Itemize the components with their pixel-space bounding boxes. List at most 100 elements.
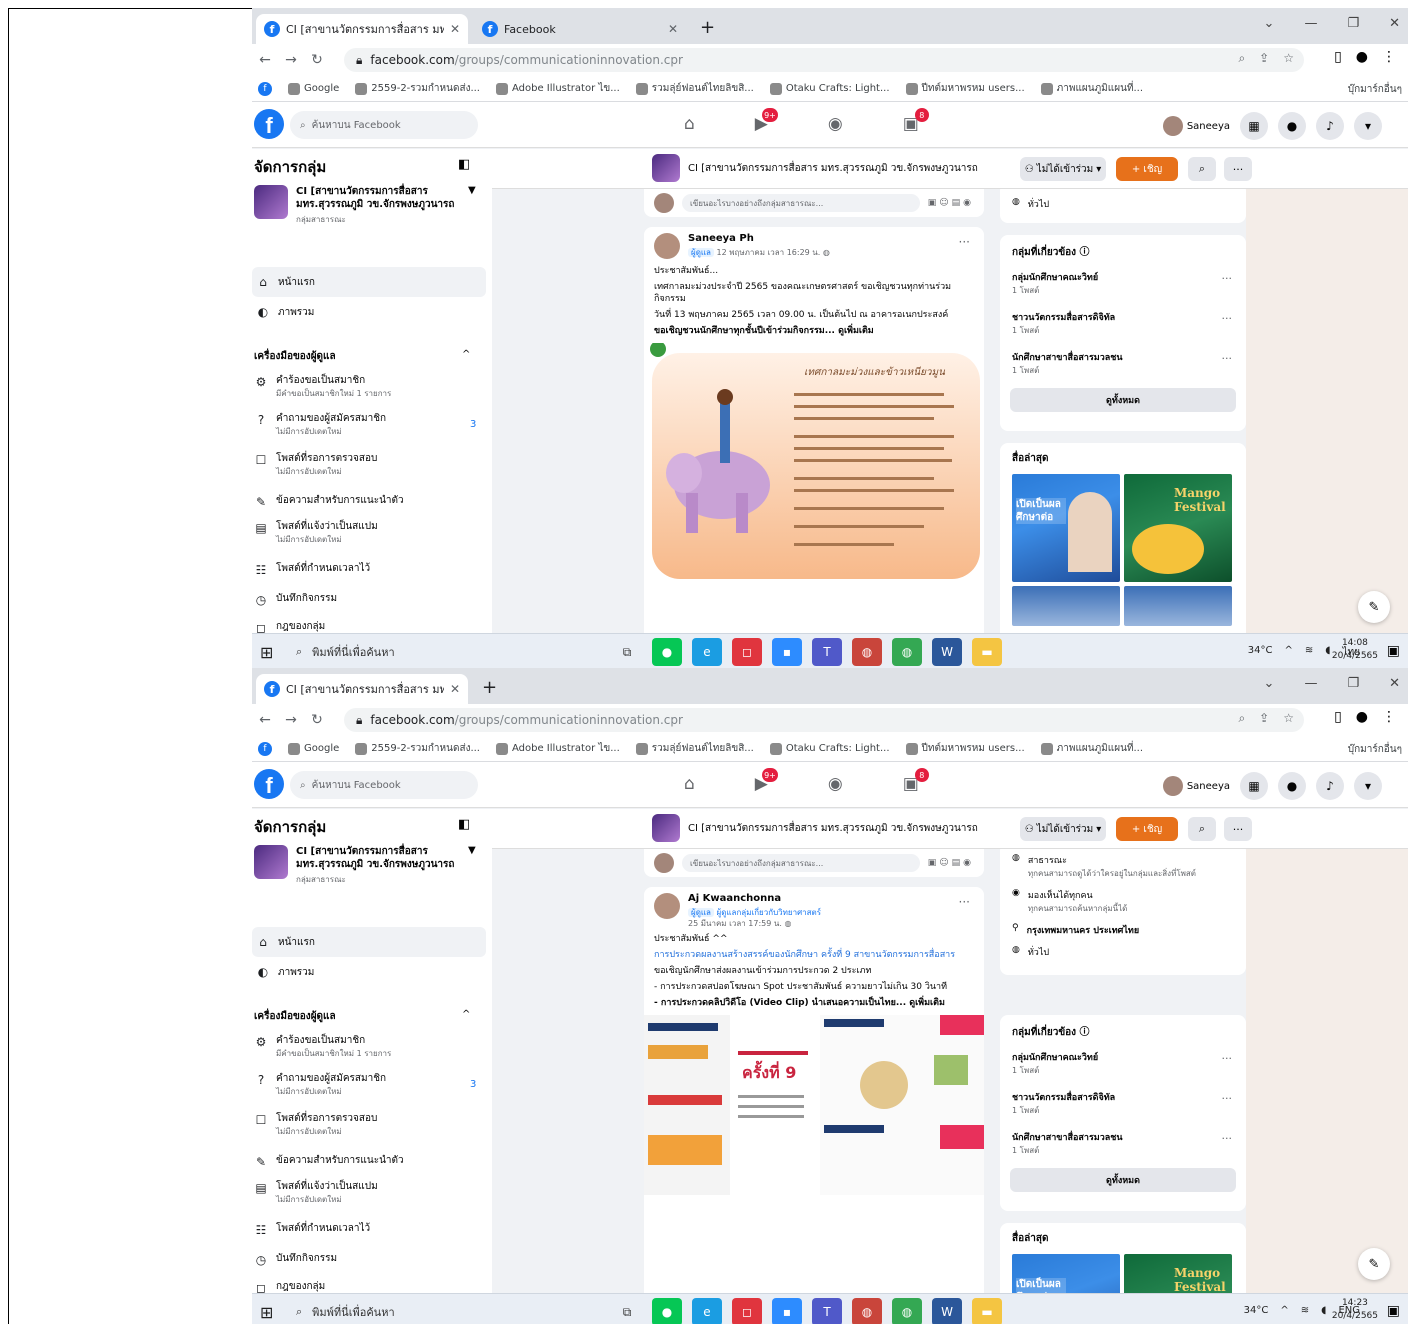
windows-start-icon[interactable]: ⊞ [260, 1303, 273, 1322]
bookmark-6[interactable]: ปีทต์มหาพรหม users... [905, 741, 1025, 756]
forward-arrow-icon[interactable]: → [278, 712, 304, 728]
back-arrow-icon[interactable]: ← [252, 52, 278, 68]
zoom-app-icon[interactable]: ▪ [772, 1298, 802, 1324]
minimize-icon[interactable]: — [1304, 16, 1317, 31]
sidebar-tool-activity-log[interactable]: ◷ บันทึกกิจกรรม [254, 1253, 484, 1267]
chrome-icon[interactable]: ◍ [892, 1298, 922, 1324]
messenger-icon[interactable]: ● [1278, 112, 1306, 140]
bookmark-5[interactable]: Otaku Crafts: Light... [769, 82, 890, 95]
tray-chevron-icon[interactable]: ^ [1280, 1305, 1288, 1316]
chrome-profile-icon[interactable]: ◍ [852, 1298, 882, 1324]
sidebar-group-switcher[interactable]: CI [สาขานวัตกรรมการสื่อสาร มทร.สุวรรณภูม… [254, 845, 484, 886]
new-message-button[interactable]: ✎ [1358, 591, 1390, 623]
media-tile[interactable] [1012, 586, 1120, 626]
sidebar-tool-member-requests[interactable]: ⚙ คำร้องขอเป็นสมาชิก มีคำขอเป็นสมาชิกใหม่ … [254, 375, 484, 400]
url-input[interactable]: 🔒︎ facebook.com/groups/communicationinno… [344, 48, 1304, 72]
more-options-icon[interactable]: ··· [1222, 1132, 1233, 1145]
post-image[interactable]: เทศกาลมะม่วงและข้าวเหนียวมูน [644, 341, 984, 583]
line-app-icon[interactable]: ● [652, 1298, 682, 1324]
tab-close-icon[interactable]: ✕ [450, 22, 460, 36]
line-app-icon[interactable]: ● [652, 638, 682, 666]
info-icon[interactable]: ⓘ [1080, 247, 1090, 258]
back-arrow-icon[interactable]: ← [252, 712, 278, 728]
bookmark-3[interactable]: Adobe Illustrator ไข... [496, 81, 620, 96]
info-icon[interactable]: ⓘ [1080, 1027, 1090, 1038]
other-bookmarks[interactable]: บุ๊กมาร์กอื่นๆ [1348, 742, 1402, 757]
more-options-icon[interactable]: ··· [1222, 1092, 1233, 1105]
group-more-button[interactable]: ··· [1224, 817, 1252, 841]
bookmark-6[interactable]: ปีทต์มหาพรหม users... [905, 81, 1025, 96]
sidebar-group-switcher[interactable]: CI [สาขานวัตกรรมการสื่อสาร มทร.สุวรรณภูม… [254, 185, 484, 226]
notification-center-icon[interactable]: ▣ [1387, 643, 1400, 659]
post-time[interactable]: 12 พฤษภาคม เวลา 16:29 น. [717, 248, 821, 257]
home-icon[interactable]: ⌂ [684, 774, 695, 794]
forward-arrow-icon[interactable]: → [278, 52, 304, 68]
acrobat-icon[interactable]: ◻ [732, 638, 762, 666]
messenger-icon[interactable]: ● [1278, 772, 1306, 800]
profile-link[interactable]: Saneeya [1162, 116, 1230, 136]
composer-media-icons[interactable]: ▣☺▤◉ [928, 858, 974, 868]
other-bookmarks[interactable]: บุ๊กมาร์กอื่นๆ [1348, 82, 1402, 97]
notifications-bell-icon[interactable]: ♪ [1316, 112, 1344, 140]
tab-close-icon[interactable]: ✕ [668, 22, 678, 36]
restore-icon[interactable]: ❐ [1347, 16, 1359, 31]
facebook-bookmark-icon[interactable]: f [258, 81, 272, 96]
home-icon[interactable]: ⌂ [684, 114, 695, 134]
related-group-item[interactable]: ชาวนวัตกรรมสื่อสารดิจิทัล 1 โพสต์ ··· [1000, 304, 1246, 344]
author-avatar[interactable] [654, 893, 680, 919]
zoom-app-icon[interactable]: ▪ [772, 638, 802, 666]
tab-facebook[interactable]: f Facebook ✕ [474, 14, 686, 44]
star-icon[interactable]: ☆ [1283, 51, 1294, 66]
author-avatar[interactable] [654, 233, 680, 259]
new-tab-button[interactable]: + [482, 677, 497, 698]
see-all-button[interactable]: ดูทั้งหมด [1010, 388, 1236, 412]
chrome-profile-icon[interactable]: ◍ [852, 638, 882, 666]
sidebar-tool-member-requests[interactable]: ⚙ คำร้องขอเป็นสมาชิก มีคำขอเป็นสมาชิกใหม่ … [254, 1035, 484, 1060]
sidepanel-icon[interactable]: ▯ [1334, 709, 1342, 725]
sidebar-tool-intro-text[interactable]: ✎ ข้อความสำหรับการแนะนำตัว [254, 495, 484, 509]
bookmark-4[interactable]: รวมลุ่ย์ฟอนต์ไทยลิขสิ... [635, 81, 754, 96]
teams-icon[interactable]: T [812, 1298, 842, 1324]
zoom-icon[interactable]: ⌕ [1238, 51, 1245, 66]
composer-input[interactable]: เขียนอะไรบางอย่างถึงกลุ่มสาธารณะ... [682, 854, 920, 872]
edge-browser-icon[interactable]: e [692, 1298, 722, 1324]
post-author[interactable]: Saneeya Ph [688, 233, 754, 244]
sidebar-tool-rules[interactable]: ◻ กฎของกลุ่ม [254, 1281, 484, 1293]
invite-button[interactable]: + เชิญ [1116, 157, 1178, 181]
sidebar-tool-spam[interactable]: ▤ โพสต์ที่แจ้งว่าเป็นสแปม ไม่มีการอัปเดตให… [254, 521, 484, 546]
groups-icon[interactable]: ◉ [828, 114, 843, 134]
collapse-sidebar-icon[interactable]: ◧ [458, 817, 470, 832]
taskbar-clock[interactable]: 14:23 20/4/2565 [1332, 1297, 1378, 1323]
teams-icon[interactable]: T [812, 638, 842, 666]
sidebar-tool-rules[interactable]: ◻ กฎของกลุ่ม [254, 621, 484, 633]
new-tab-button[interactable]: + [700, 17, 715, 38]
edge-browser-icon[interactable]: e [692, 638, 722, 666]
facebook-search-input[interactable]: ⌕ ค้นหาบน Facebook [290, 111, 478, 139]
tab-close-icon[interactable]: ✕ [450, 682, 460, 696]
sidebar-item-overview[interactable]: ◐ ภาพรวม [252, 297, 486, 327]
tab-group-page[interactable]: f CI [สาขานวัตกรรมการสื่อสาร มทร.สุวรรณภ… [256, 674, 468, 704]
tray-chevron-icon[interactable]: ^ [1284, 645, 1292, 660]
sidebar-tool-intro-text[interactable]: ✎ ข้อความสำหรับการแนะนำตัว [254, 1155, 484, 1169]
composer-media-icons[interactable]: ▣☺▤◉ [928, 198, 974, 208]
profile-link[interactable]: Saneeya [1162, 776, 1230, 796]
task-view-icon[interactable]: ⧉ [612, 1298, 642, 1324]
profile-avatar-icon[interactable]: ● [1356, 709, 1368, 725]
see-all-button[interactable]: ดูทั้งหมด [1010, 1168, 1236, 1192]
weather-text[interactable]: 34°C [1244, 1305, 1269, 1316]
sidebar-item-overview[interactable]: ◐ ภาพรวม [252, 957, 486, 987]
bookmark-4[interactable]: รวมลุ่ย์ฟอนต์ไทยลิขสิ... [635, 741, 754, 756]
share-icon[interactable]: ⇪ [1259, 711, 1269, 726]
group-dropdown-icon[interactable]: ▼ [468, 845, 476, 886]
tab-group-page[interactable]: f CI [สาขานวัตกรรมการสื่อสาร มทร.สุวรรณภ… [256, 14, 468, 44]
sidebar-tool-questions[interactable]: ? คำถามของผู้สมัครสมาชิก ไม่มีการอัปเดตใหม… [254, 413, 484, 438]
menu-grid-icon[interactable]: ▦ [1240, 772, 1268, 800]
word-icon[interactable]: W [932, 1298, 962, 1324]
bookmark-7[interactable]: ภาพแผนภูมิแผนที่... [1040, 81, 1143, 96]
close-window-icon[interactable]: ✕ [1389, 676, 1400, 691]
more-options-icon[interactable]: ··· [1222, 272, 1233, 285]
related-group-item[interactable]: นักศึกษาสาขาสื่อสารมวลชน 1 โพสต์ ··· [1000, 1124, 1246, 1164]
url-input[interactable]: 🔒︎ facebook.com/groups/communicationinno… [344, 708, 1304, 732]
windows-start-icon[interactable]: ⊞ [260, 643, 273, 662]
chevron-up-icon[interactable]: ^ [462, 1009, 470, 1020]
